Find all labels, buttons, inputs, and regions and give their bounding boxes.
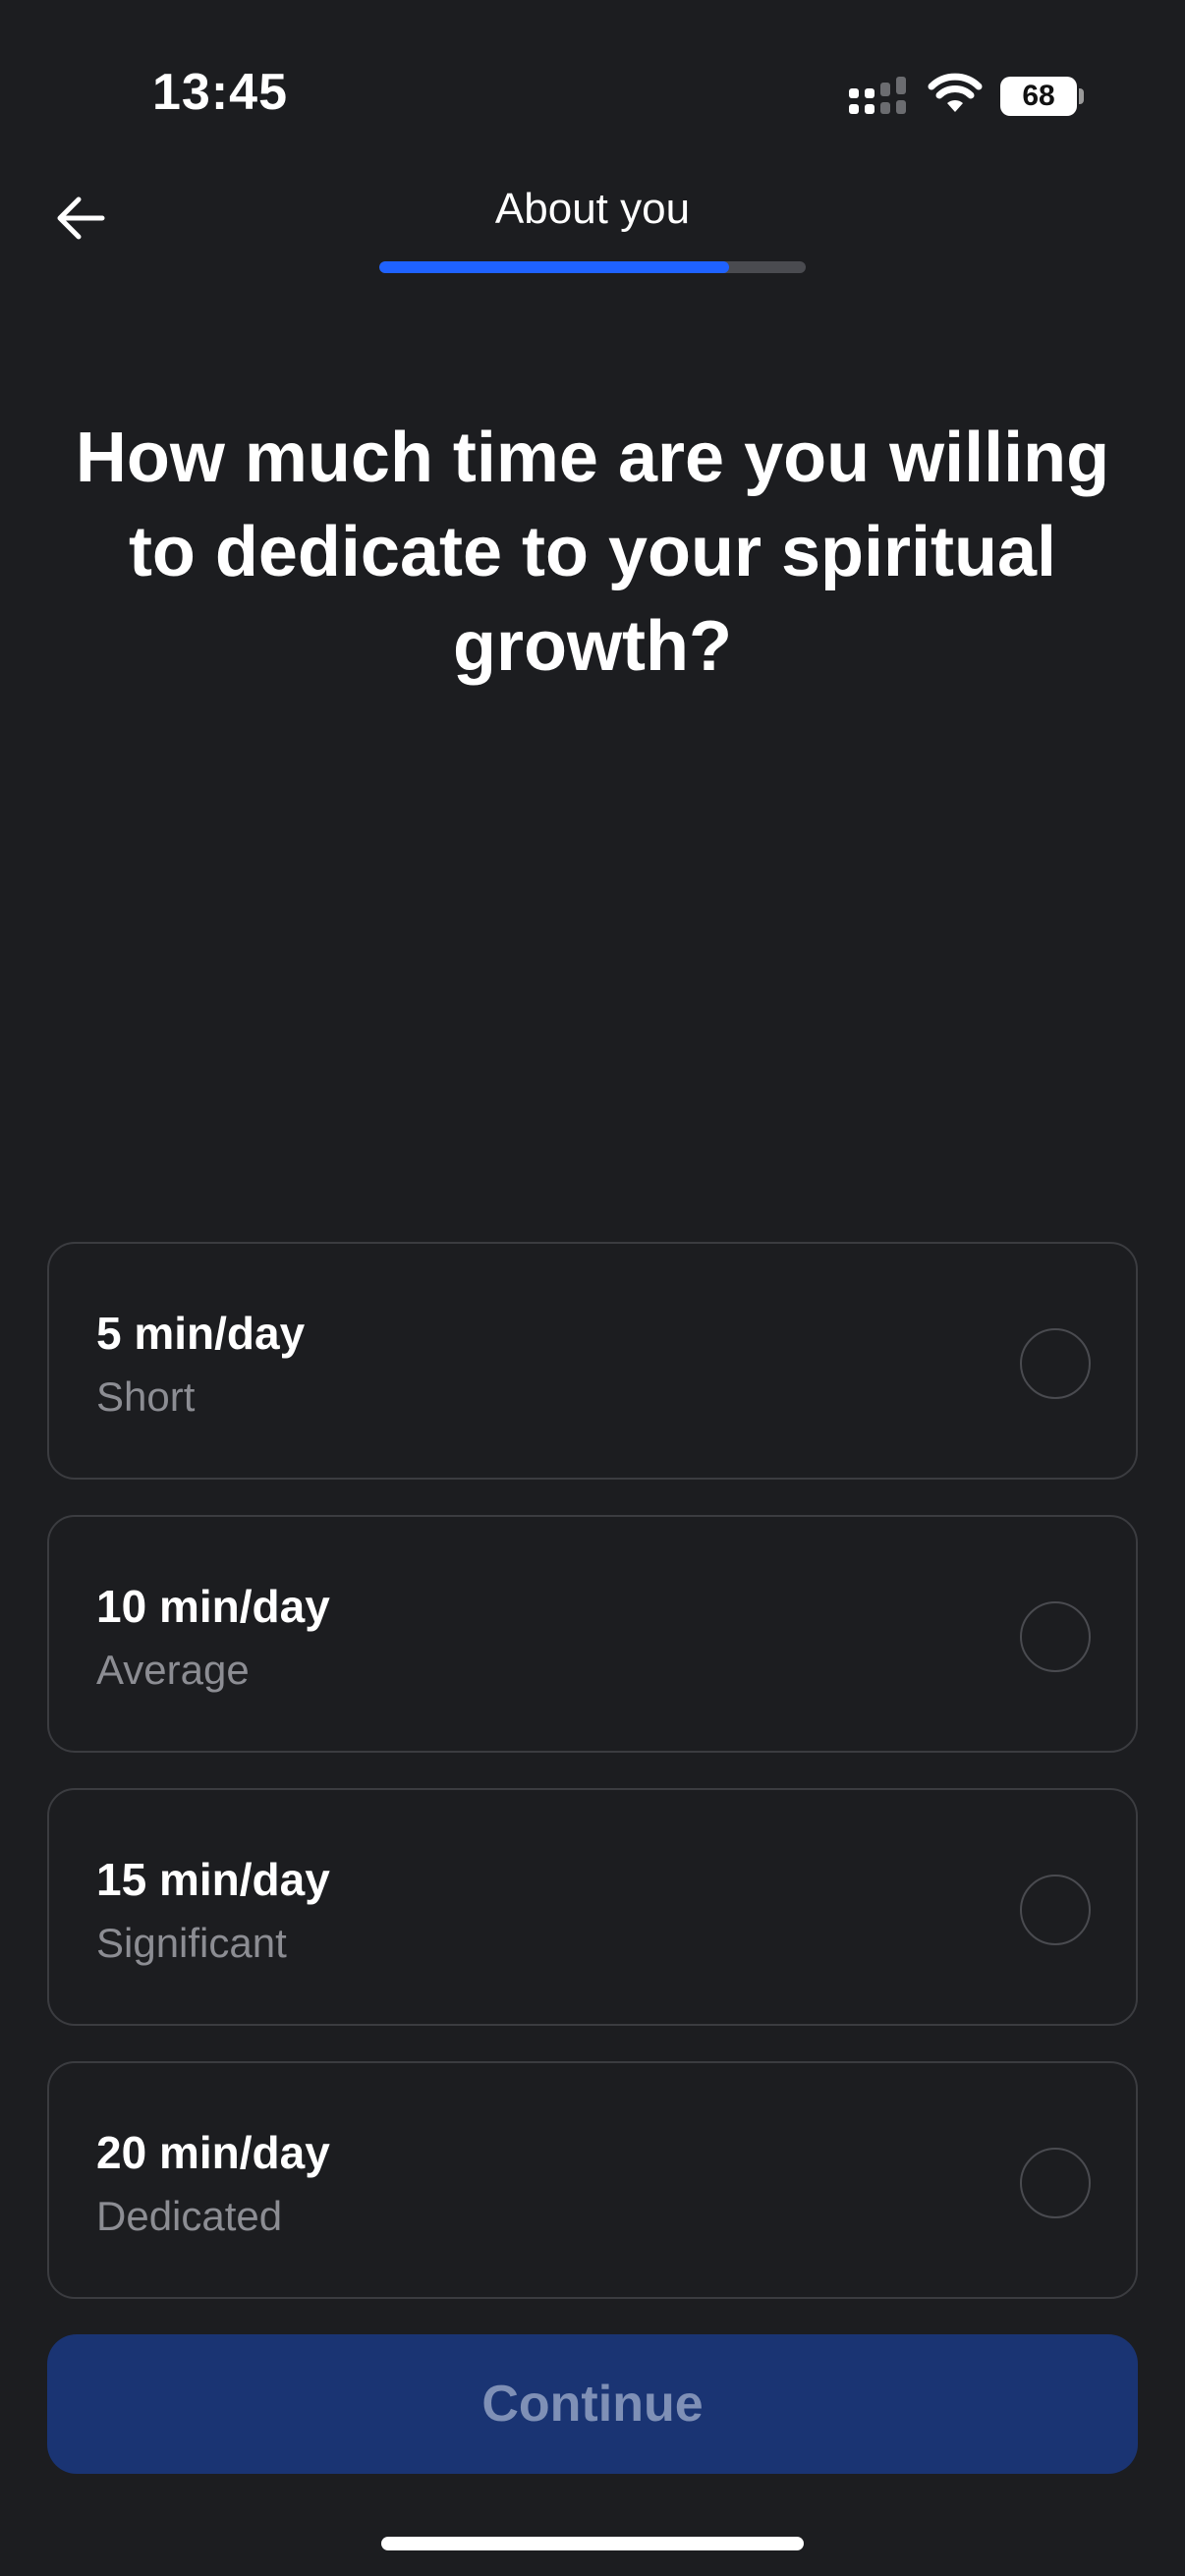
option-subtitle: Dedicated <box>96 2193 283 2239</box>
progress-fill <box>379 261 729 273</box>
battery-tip <box>1079 88 1084 104</box>
about-you-screen: 13:45 68 About you How much time are you… <box>0 0 1185 2576</box>
page-title: About you <box>494 185 691 233</box>
question-heading: How much time are you willing to dedicat… <box>75 419 1110 686</box>
battery-level: 68 <box>1022 80 1055 112</box>
radio-button[interactable] <box>1020 1875 1091 1945</box>
option-title: 15 min/day <box>96 1854 330 1905</box>
continue-button[interactable]: Continue <box>47 2334 1138 2474</box>
option-subtitle: Short <box>96 1373 196 1420</box>
option-title: 20 min/day <box>96 2127 330 2178</box>
radio-button[interactable] <box>1020 2148 1091 2218</box>
option-title: 10 min/day <box>96 1581 330 1632</box>
option-20-min[interactable]: 20 min/day Dedicated <box>47 2061 1138 2299</box>
option-title: 5 min/day <box>96 1308 306 1359</box>
status-time: 13:45 <box>152 64 288 121</box>
battery-icon: 68 <box>1000 77 1077 116</box>
progress-bar <box>379 261 806 273</box>
option-5-min[interactable]: 5 min/day Short <box>47 1242 1138 1480</box>
option-10-min[interactable]: 10 min/day Average <box>47 1515 1138 1753</box>
wifi-icon <box>928 73 983 112</box>
option-subtitle: Significant <box>96 1920 287 1966</box>
radio-button[interactable] <box>1020 1601 1091 1672</box>
home-indicator[interactable] <box>381 2537 804 2550</box>
option-subtitle: Average <box>96 1647 250 1693</box>
signal-icon <box>849 77 906 114</box>
radio-button[interactable] <box>1020 1328 1091 1399</box>
option-15-min[interactable]: 15 min/day Significant <box>47 1788 1138 2026</box>
options-list: 5 min/day Short 10 min/day Average 15 mi… <box>47 1242 1138 2334</box>
